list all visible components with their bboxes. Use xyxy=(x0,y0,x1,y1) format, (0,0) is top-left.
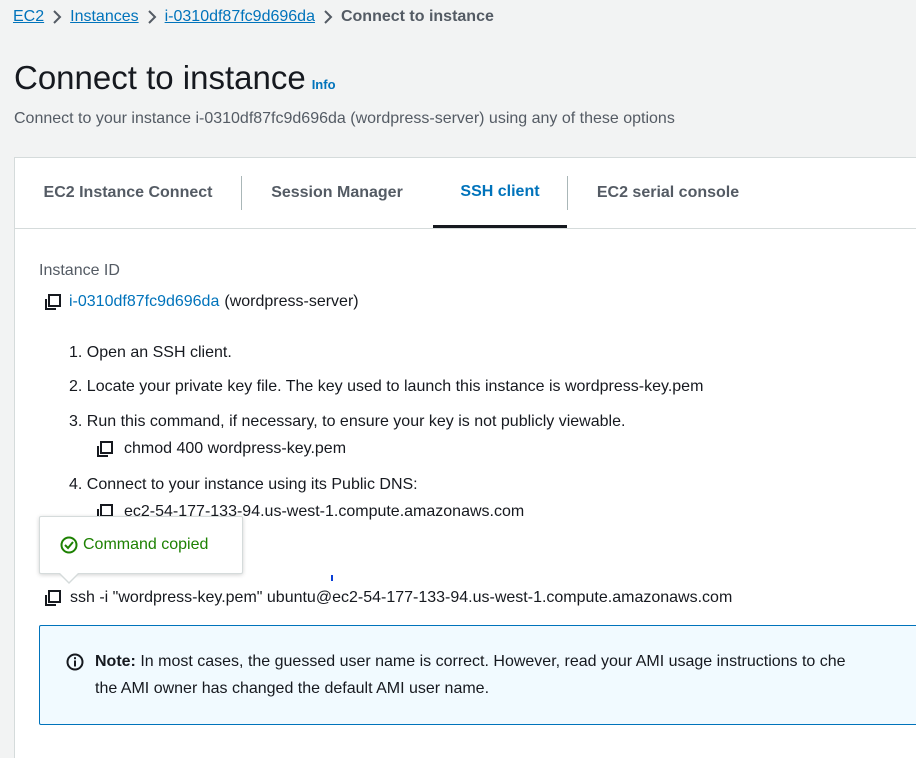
tab-ec2-instance-connect[interactable]: EC2 Instance Connect xyxy=(15,158,241,228)
step-2: 2. Locate your private key file. The key… xyxy=(69,378,704,395)
chmod-command: chmod 400 wordpress-key.pem xyxy=(124,440,347,457)
instance-id-row: i-0310df87fc9d696da (wordpress-server) xyxy=(43,292,359,312)
page-title: Connect to instance Info xyxy=(14,56,336,107)
note-alert: Note: In most cases, the guessed user na… xyxy=(39,625,916,725)
chevron-right-icon xyxy=(44,10,70,24)
note-label: Note: xyxy=(95,653,136,670)
copied-tooltip: Command copied xyxy=(39,516,243,574)
breadcrumb-ec2-link[interactable]: EC2 xyxy=(13,8,44,26)
tab-label: EC2 serial console xyxy=(596,184,740,201)
chmod-command-row: chmod 400 wordpress-key.pem xyxy=(95,439,346,459)
ssh-command-row: ssh -i "wordpress-key.pem" ubuntu@ec2-54… xyxy=(43,588,732,608)
breadcrumb-current: Connect to instance xyxy=(340,8,494,25)
tab-ec2-serial-console[interactable]: EC2 serial console xyxy=(568,158,768,228)
page-title-text: Connect to instance xyxy=(14,59,306,96)
copy-icon[interactable] xyxy=(43,292,63,312)
chevron-right-icon xyxy=(315,10,341,24)
tooltip-text: Command copied xyxy=(83,536,209,553)
copy-icon[interactable] xyxy=(95,439,115,459)
step-3: 3. Run this command, if necessary, to en… xyxy=(69,413,626,430)
tab-ssh-client[interactable]: SSH client xyxy=(433,158,567,228)
instance-name: (wordpress-server) xyxy=(224,293,359,310)
tab-session-manager[interactable]: Session Manager xyxy=(242,158,432,228)
info-link[interactable]: Info xyxy=(312,77,336,92)
copy-icon[interactable] xyxy=(43,588,63,608)
tab-label: SSH client xyxy=(460,182,540,200)
info-circle-icon xyxy=(66,653,84,671)
breadcrumb: EC2 Instances i-0310df87fc9d696da Connec… xyxy=(13,6,494,28)
tab-label: Session Manager xyxy=(271,184,403,201)
note-body: In most cases, the guessed user name is … xyxy=(140,653,846,670)
instance-id-link[interactable]: i-0310df87fc9d696da xyxy=(69,293,219,311)
note-text: Note: In most cases, the guessed user na… xyxy=(95,648,916,702)
text-caret xyxy=(331,575,333,581)
breadcrumb-instance-id-link[interactable]: i-0310df87fc9d696da xyxy=(165,8,315,26)
step-1: 1. Open an SSH client. xyxy=(69,344,232,361)
instance-id-label: Instance ID xyxy=(39,262,120,279)
tooltip-arrow-fill xyxy=(60,573,78,582)
tab-list: EC2 Instance Connect Session Manager SSH… xyxy=(15,158,916,229)
step-4: 4. Connect to your instance using its Pu… xyxy=(69,476,418,493)
breadcrumb-instances-link[interactable]: Instances xyxy=(70,8,138,26)
check-circle-icon xyxy=(60,536,78,554)
note-body-line2: the AMI owner has changed the default AM… xyxy=(95,680,490,697)
tab-label: EC2 Instance Connect xyxy=(43,184,213,201)
connect-panel: EC2 Instance Connect Session Manager SSH… xyxy=(14,157,916,758)
page-subtitle: Connect to your instance i-0310df87fc9d6… xyxy=(14,110,675,127)
chevron-right-icon xyxy=(139,10,165,24)
ssh-command: ssh -i "wordpress-key.pem" ubuntu@ec2-54… xyxy=(70,589,733,606)
